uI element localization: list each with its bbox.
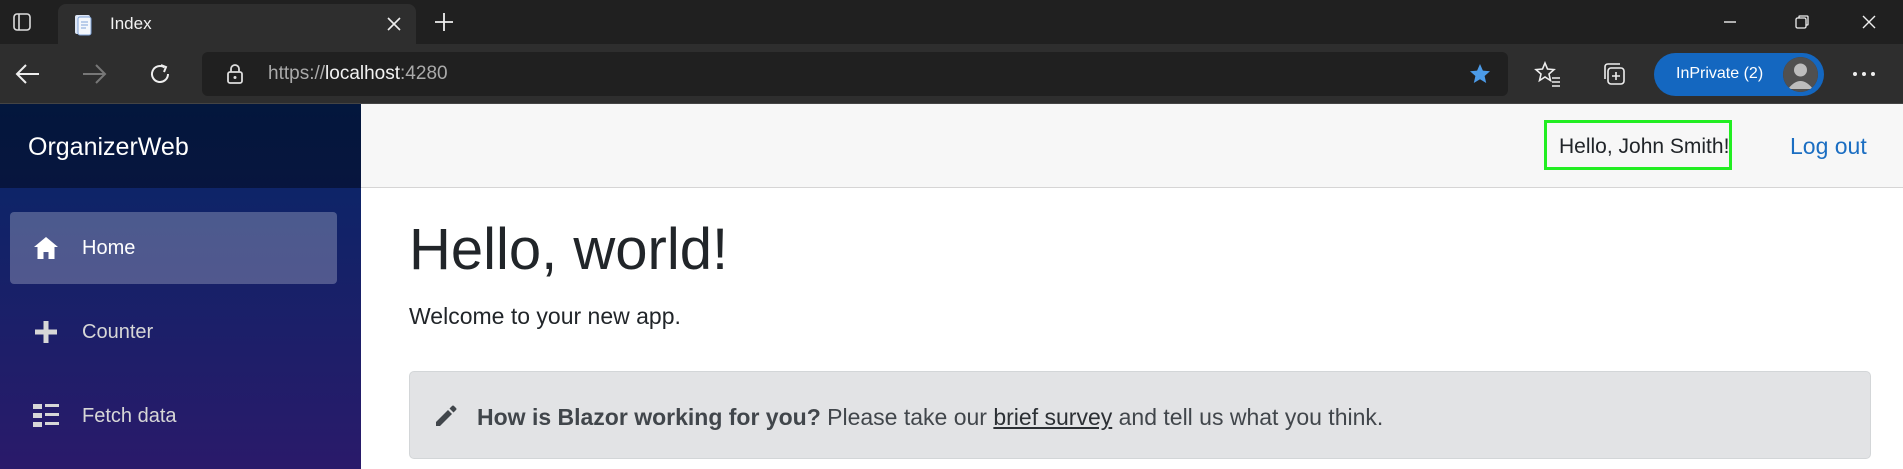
logout-link[interactable]: Log out [1790,133,1867,159]
favorite-star-icon[interactable] [1468,62,1492,86]
sidebar-item-counter[interactable]: Counter [10,296,337,368]
welcome-text: Welcome to your new app. [409,303,681,329]
home-icon [32,234,60,262]
url-host: localhost [325,63,401,84]
avatar [1783,57,1818,92]
survey-pre-link: Please take our [827,404,987,430]
brand-link[interactable]: OrganizerWeb [28,132,189,162]
minimize-icon[interactable] [1696,0,1764,44]
browser-tab-bar: Index [0,0,1903,44]
main-content: Hello, world! Welcome to your new app. H… [361,188,1903,469]
forward-icon[interactable] [76,58,112,90]
page-title: Hello, world! [409,217,729,282]
url-text[interactable]: https://localhost:4280 [268,63,448,85]
survey-text: How is Blazor working for you? Please ta… [477,403,1383,431]
new-tab-icon[interactable] [428,8,460,36]
close-window-icon[interactable] [1835,0,1903,44]
survey-question: How is Blazor working for you? [477,404,821,430]
sidebar: OrganizerWeb Home Counter Fetch data [0,104,361,469]
plus-icon [32,318,60,346]
browser-tab[interactable]: Index [58,4,416,44]
browser-toolbar: https://localhost:4280 InPrivate (2) [0,44,1903,104]
top-row: Hello, John Smith! Log out [361,104,1903,188]
sidebar-item-home[interactable]: Home [10,212,337,284]
list-icon [32,402,60,430]
tab-title: Index [110,14,152,33]
collections-icon[interactable] [1596,58,1632,90]
user-greeting: Hello, John Smith! [1544,120,1732,170]
restore-icon[interactable] [1768,0,1836,44]
survey-alert: How is Blazor working for you? Please ta… [409,371,1871,459]
inprivate-profile-button[interactable]: InPrivate (2) [1654,53,1824,96]
pencil-icon [432,402,460,430]
sidebar-item-label: Counter [82,321,154,343]
back-icon[interactable] [10,58,46,90]
url-scheme: https:// [268,63,326,84]
address-bar[interactable]: https://localhost:4280 [202,52,1508,96]
favorites-icon[interactable] [1530,58,1566,90]
survey-link[interactable]: brief survey [993,404,1112,430]
sidebar-item-label: Fetch data [82,405,177,427]
page-favicon-icon [72,13,96,37]
sidebar-item-fetch-data[interactable]: Fetch data [10,380,337,452]
survey-post-link: and tell us what you think. [1118,404,1384,430]
brand-row: OrganizerWeb [0,104,361,188]
inprivate-label: InPrivate (2) [1676,65,1764,82]
close-tab-icon[interactable] [382,12,406,36]
greeting-text: Hello, John Smith! [1559,135,1730,158]
lock-icon[interactable] [224,63,246,85]
refresh-icon[interactable] [142,58,178,90]
sidebar-item-label: Home [82,237,136,259]
tab-actions-icon[interactable] [6,8,38,36]
more-icon[interactable] [1846,58,1882,90]
url-port: :4280 [400,63,448,84]
